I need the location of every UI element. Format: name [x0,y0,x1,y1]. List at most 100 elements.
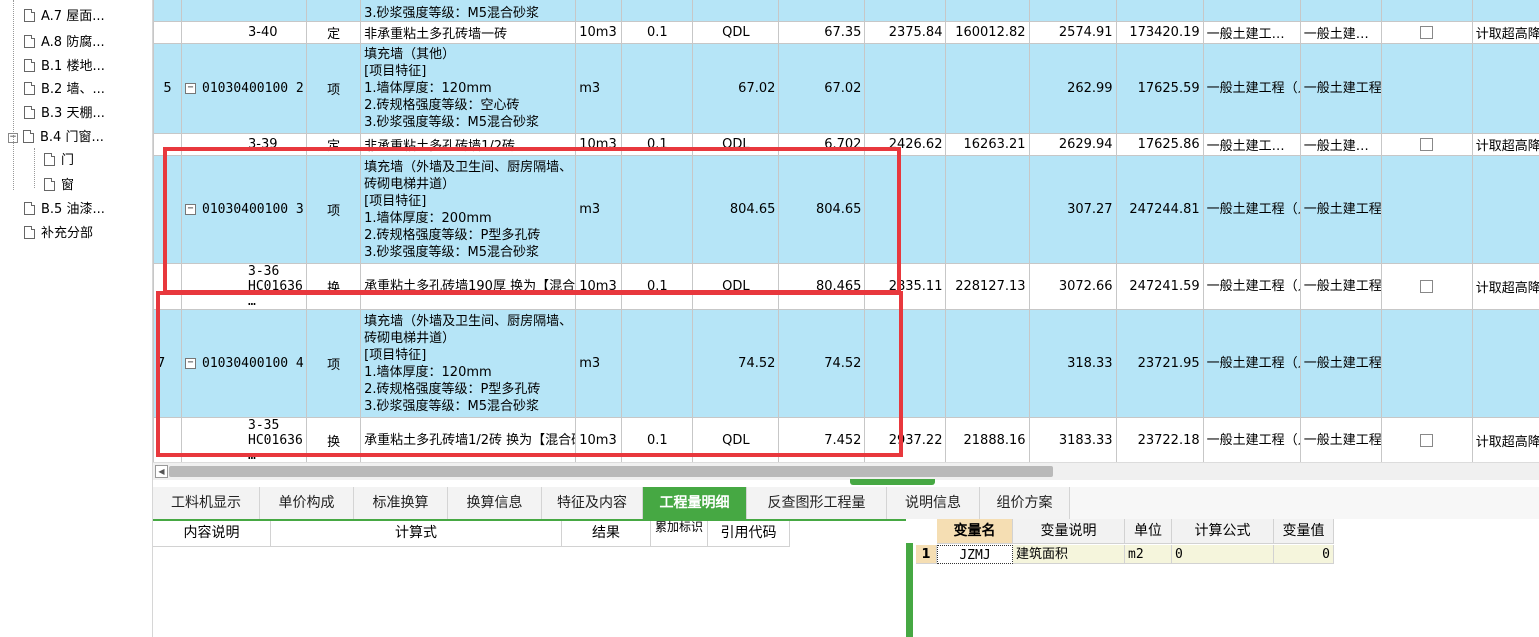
cell-cat2[interactable]: 一般土建工程 [1299,263,1382,310]
collapse-icon[interactable]: − [185,204,197,215]
cell-qty-expr[interactable]: 0.1 [621,417,694,462]
cell-code[interactable]: 3-35 HC01636 … [181,417,308,462]
quantity-detail-table[interactable]: 内容说明 计算式 结果 累加标识 引用代码 [153,521,913,637]
collapse-icon[interactable]: − [8,132,18,143]
col-header-formula[interactable]: 计算式 [271,521,562,547]
cell-code[interactable] [181,0,308,22]
tab-notes[interactable]: 说明信息 [887,487,980,519]
cell-qty-expr[interactable] [621,0,694,22]
cell-check[interactable] [1380,21,1473,44]
col-header-var-formula[interactable]: 计算公式 [1172,519,1274,544]
tree-item-window[interactable]: 窗 [44,175,74,197]
checkbox[interactable] [1420,280,1434,293]
scroll-left-icon[interactable]: ◀ [155,465,168,478]
cell-cat2[interactable]: 一般土建工程 [1299,155,1382,264]
tab-conversion-info[interactable]: 换算信息 [448,487,542,519]
cell-cat2[interactable]: 一般土建工程 [1299,309,1382,418]
tab-features[interactable]: 特征及内容 [542,487,643,519]
col-header-var-unit[interactable]: 单位 [1125,519,1172,544]
cell-desc[interactable]: 承重粘土多孔砖墙190厚 换为【混合砂浆 M5 水泥32.5 】 [360,263,577,310]
cell-check[interactable] [1380,0,1473,22]
cell-qty-ref[interactable]: 804.65 [692,155,780,264]
horizontal-scrollbar[interactable]: ◀ [153,462,1539,480]
col-header-var-desc[interactable]: 变量说明 [1013,519,1125,544]
cell-qty-expr[interactable] [621,43,694,134]
tab-standard-conversion[interactable]: 标准换算 [354,487,448,519]
collapse-icon[interactable]: − [185,358,197,369]
table-row[interactable]: −01030400100 3 项 填充墙（外墙及卫生间、厨房隔墙、砖砌电梯井道）… [153,155,1539,264]
table-row[interactable]: 3-39 定 非承重粘土多孔砖墙1/2砖 10m3 0.1 QDL 6.702 … [153,133,1539,156]
col-header-accumulate[interactable]: 累加标识 [651,521,708,547]
cell-qty-ref[interactable]: QDL [692,263,780,310]
cell-cat1[interactable]: 一般土建工程（人工调整计入差价） [1202,43,1301,134]
tab-labor-material-machine[interactable]: 工料机显示 [153,487,260,519]
col-header-var-name[interactable]: 变量名 [937,519,1013,544]
cell-cat1[interactable]: 一般土建工程（人工调整… [1202,417,1301,462]
cell-qty-ref[interactable]: QDL [692,21,780,44]
cell-qty-ref[interactable]: 67.02 [692,43,780,134]
cell-code[interactable]: −01030400100 3 [181,155,308,264]
table-row[interactable]: 7 −01030400100 4 项 填充墙（外墙及卫生间、厨房隔墙、砖砌电梯井… [153,309,1539,418]
cell-cat2[interactable] [1299,0,1382,22]
var-formula-cell[interactable]: 0 [1172,545,1274,564]
cell-check[interactable] [1380,417,1473,462]
cell-desc[interactable]: 3.砂浆强度等级：M5混合砂浆 [360,0,577,22]
checkbox[interactable] [1420,26,1434,39]
tree-item-supplement[interactable]: 补充分部 [24,223,93,245]
cell-desc[interactable]: 填充墙（外墙及卫生间、厨房隔墙、砖砌电梯井道） [项目特征] 1.墙体厚度：12… [360,309,577,418]
var-unit-cell[interactable]: m2 [1125,545,1172,564]
bill-grid[interactable]: 3.砂浆强度等级：M5混合砂浆 3-40 定 非承重粘土多孔砖墙一砖 10m3 … [153,0,1539,462]
tab-graphic-quantity[interactable]: 反查图形工程量 [747,487,887,519]
cell-qty-ref[interactable]: QDL [692,417,780,462]
cell-cat1[interactable]: 一般土建工… [1202,21,1301,44]
var-name-cell[interactable]: JZMJ [937,545,1013,564]
cell-code[interactable]: 3-39 [181,133,308,156]
cell-qty-ref[interactable]: 74.52 [692,309,780,418]
col-header-description[interactable]: 内容说明 [153,521,271,547]
cell-cat1[interactable]: 一般土建工程（人工调整… [1202,263,1301,310]
tree-item-door[interactable]: 门 [44,150,74,172]
tab-unit-price[interactable]: 单价构成 [260,487,354,519]
cell-cat1[interactable]: 一般土建工程（人工调整计入差价） [1202,155,1301,264]
col-header-result[interactable]: 结果 [562,521,651,547]
col-header-var-value[interactable]: 变量值 [1274,519,1334,544]
tree-item-a7[interactable]: A.7 屋面... [24,6,105,28]
scrollbar-thumb[interactable] [169,466,1053,477]
collapse-icon[interactable]: − [185,83,197,94]
cell-qty-ref[interactable] [692,0,780,22]
cell-qty-expr[interactable]: 0.1 [621,133,694,156]
tree-item-b2[interactable]: B.2 墙、... [24,79,105,101]
cell-check[interactable] [1380,263,1473,310]
tab-pricing-scheme[interactable]: 组价方案 [980,487,1070,519]
cell-code[interactable]: −01030400100 4 [181,309,308,418]
panel-splitter[interactable] [850,479,935,485]
table-row[interactable]: 3.砂浆强度等级：M5混合砂浆 [153,0,1539,22]
cell-desc[interactable]: 承重粘土多孔砖墙1/2砖 换为【混合砂浆 M5 水泥32.5 】 [360,417,577,462]
var-desc-cell[interactable]: 建筑面积 [1013,545,1125,564]
cell-cat2[interactable]: 一般土建工程 [1299,43,1382,134]
cell-cat1[interactable]: 一般土建工… [1202,133,1301,156]
table-row[interactable]: 3-36 HC01636 … 换 承重粘土多孔砖墙190厚 换为【混合砂浆 M5… [153,263,1539,310]
col-header-ref-code[interactable]: 引用代码 [708,521,790,547]
tree-item-a8[interactable]: A.8 防腐... [24,32,105,54]
checkbox[interactable] [1420,138,1434,151]
cell-cat2[interactable]: 一般土建工程 [1299,417,1382,462]
cell-desc[interactable]: 填充墙（外墙及卫生间、厨房隔墙、砖砌电梯井道） [项目特征] 1.墙体厚度：20… [360,155,577,264]
variable-table[interactable]: 变量名 变量说明 单位 计算公式 变量值 1 JZMJ 建筑面积 m2 0 0 [906,519,1539,637]
cell-check[interactable] [1380,133,1473,156]
cell-qty-expr[interactable] [621,309,694,418]
cell-cat1[interactable]: 一般土建工程（人工调整计入差价） [1202,309,1301,418]
division-tree[interactable]: A.7 屋面... A.8 防腐... B.1 楼地... B.2 墙、... … [0,0,153,637]
table-row[interactable]: 3-35 HC01636 … 换 承重粘土多孔砖墙1/2砖 换为【混合砂浆 M5… [153,417,1539,462]
tree-item-b4[interactable]: − B.4 门窗... [8,127,104,149]
cell-desc[interactable]: 非承重粘土多孔砖墙一砖 [360,21,577,44]
cell-qty-expr[interactable]: 0.1 [621,21,694,44]
cell-cat1[interactable] [1202,0,1301,22]
tree-item-b1[interactable]: B.1 楼地... [24,56,105,78]
tree-item-b5[interactable]: B.5 油漆... [24,199,105,221]
cell-qty-expr[interactable]: 0.1 [621,263,694,310]
cell-desc[interactable]: 填充墙（其他） [项目特征] 1.墙体厚度：120mm 2.砖规格强度等级：空心… [360,43,577,134]
checkbox[interactable] [1420,434,1434,447]
cell-qty-ref[interactable]: QDL [692,133,780,156]
table-row[interactable]: 3-40 定 非承重粘土多孔砖墙一砖 10m3 0.1 QDL 67.35 23… [153,21,1539,44]
